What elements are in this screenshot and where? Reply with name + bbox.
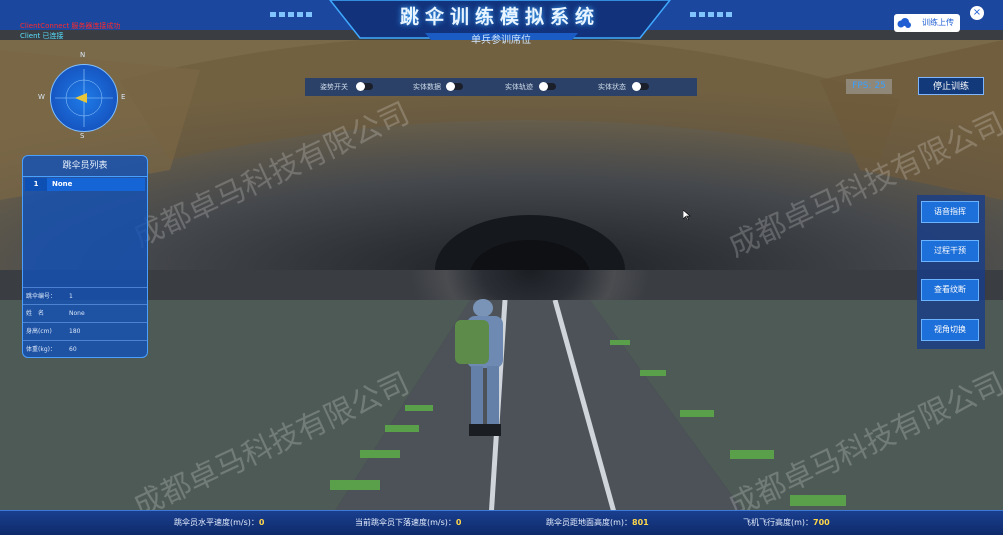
stat-label: 跳伞员水平速度(m/s)： — [174, 518, 259, 527]
compass-minimap — [50, 64, 118, 132]
stat-label: 当前跳伞员下落速度(m/s)： — [355, 518, 456, 527]
info-label: 身高(cm) — [26, 328, 52, 335]
stat-ground-distance: 跳伞员距地面高度(m)：801 — [546, 511, 649, 535]
view-switch-button[interactable]: 视角切换 — [921, 319, 979, 341]
info-label: 姓 名 — [26, 310, 45, 317]
display-toggle-bar: 姿势开关 实体数据 实体轨迹 实体状态 — [305, 78, 697, 96]
info-row-weight: 体重(kg)： 60 — [23, 340, 147, 357]
stat-value: 0 — [455, 518, 462, 527]
stat-aircraft-altitude: 飞机飞行高度(m)：700 — [743, 511, 830, 535]
toggle-label-entity-data: 实体数据 — [413, 83, 441, 91]
info-value: 1 — [69, 293, 73, 300]
toggle-entity-state[interactable] — [632, 82, 649, 91]
info-value: None — [69, 310, 85, 317]
fps-counter: FPS: 25 — [846, 79, 892, 94]
stop-training-button[interactable]: 停止训练 — [918, 77, 984, 95]
stat-value: 700 — [813, 518, 830, 527]
compass-n: N — [80, 51, 86, 59]
compass-needle-icon — [55, 69, 113, 127]
stat-horizontal-speed: 跳伞员水平速度(m/s)：0 — [174, 511, 264, 535]
info-row-height: 身高(cm) 180 — [23, 322, 147, 340]
close-button[interactable]: × — [970, 6, 984, 20]
panel-title: 跳伞员列表 — [23, 156, 147, 177]
compass-e: E — [121, 93, 126, 101]
voice-command-button[interactable]: 语音指挥 — [921, 201, 979, 223]
toggle-entity-data[interactable] — [446, 82, 463, 91]
stat-label: 飞机飞行高度(m)： — [743, 518, 814, 527]
mouse-cursor-icon — [683, 210, 691, 220]
stat-label: 跳伞员距地面高度(m)： — [546, 518, 633, 527]
info-value: 60 — [69, 346, 77, 353]
compass-w: W — [38, 93, 45, 101]
info-row-id: 跳伞编号： 1 — [23, 287, 147, 305]
seat-subtitle: 单兵参训席位 — [471, 35, 531, 46]
toggle-entity-track[interactable] — [539, 82, 556, 91]
status-bar: 跳伞员水平速度(m/s)：0 当前跳伞员下落速度(m/s)：0 跳伞员距地面高度… — [0, 510, 1003, 535]
toggle-label-entity-track: 实体轨迹 — [505, 83, 533, 91]
compass-s: S — [80, 132, 85, 140]
stat-fall-speed: 当前跳伞员下落速度(m/s)：0 — [355, 511, 461, 535]
view-break-button[interactable]: 查看纹断 — [921, 279, 979, 301]
side-menu: 语音指挥 过程干预 查看纹断 视角切换 — [917, 195, 985, 349]
paratrooper-character — [455, 299, 503, 436]
list-item-index: 1 — [25, 178, 47, 191]
cloud-upload-icon — [897, 18, 911, 28]
upload-button[interactable]: 训练上传 — [894, 14, 960, 32]
toggle-posture[interactable] — [356, 82, 373, 91]
process-intervene-button[interactable]: 过程干预 — [921, 240, 979, 262]
stat-value: 801 — [632, 518, 649, 527]
info-row-name: 姓 名 None — [23, 304, 147, 322]
connection-status: ClientConnect 服务器连接成功 — [20, 22, 121, 30]
list-item-name: None — [52, 180, 73, 188]
client-status: Client 已连接 — [20, 32, 64, 40]
upload-label: 训练上传 — [922, 18, 954, 27]
jumper-list-panel: 跳伞员列表 1 None 跳伞编号： 1 姓 名 None 身高(cm) 180… — [22, 155, 148, 358]
toggle-label-entity-state: 实体状态 — [598, 83, 626, 91]
info-label: 体重(kg)： — [26, 346, 56, 353]
list-item[interactable]: 1 None — [25, 178, 145, 191]
info-label: 跳伞编号： — [26, 293, 57, 300]
stat-value: 0 — [258, 518, 265, 527]
toggle-label-posture: 姿势开关 — [320, 83, 348, 91]
info-value: 180 — [69, 328, 81, 335]
